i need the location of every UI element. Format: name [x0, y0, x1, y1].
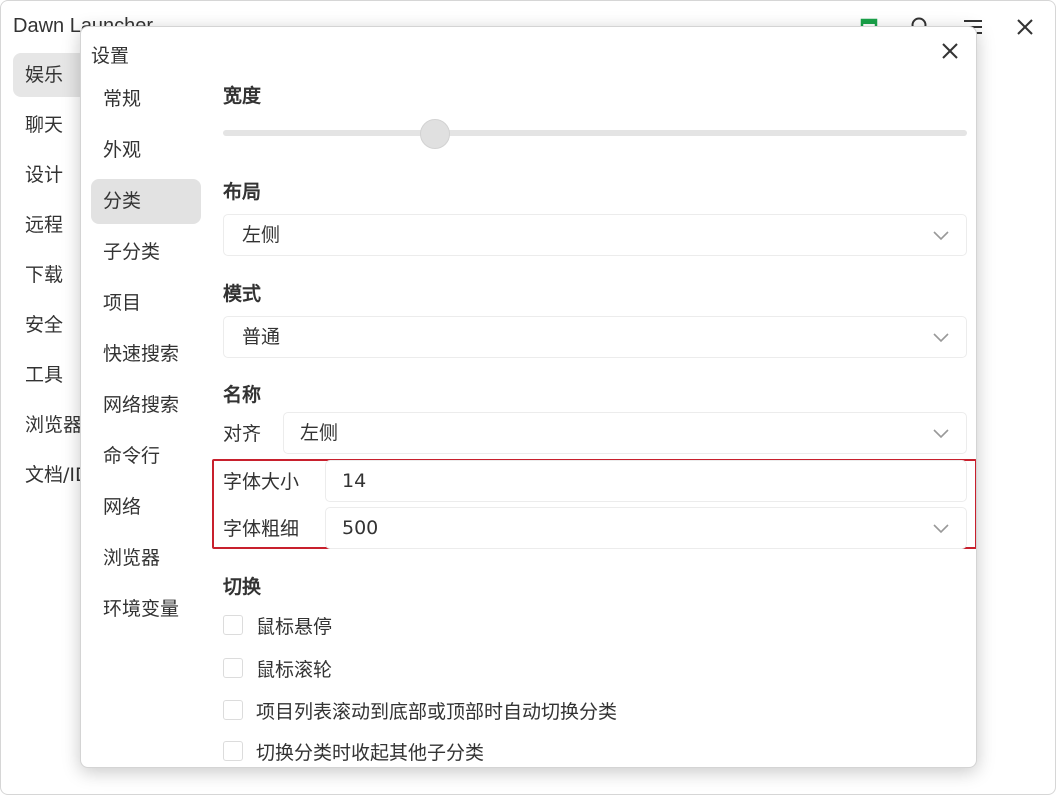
nav-item-category[interactable]: 分类 [91, 179, 201, 224]
layout-label: 布局 [223, 181, 262, 203]
nav-item-subcategory[interactable]: 子分类 [91, 230, 201, 275]
checkbox-box[interactable] [223, 700, 243, 720]
nav-item-network[interactable]: 网络 [91, 485, 201, 530]
nav-item-web-search[interactable]: 网络搜索 [91, 383, 201, 428]
chevron-down-icon [933, 333, 949, 343]
checkbox-box[interactable] [223, 615, 243, 635]
nav-item-quick-search[interactable]: 快速搜索 [91, 332, 201, 377]
font-weight-value: 500 [342, 517, 379, 539]
nav-item-general[interactable]: 常规 [91, 77, 201, 122]
checkbox-label: 鼠标滚轮 [256, 659, 333, 681]
mode-label: 模式 [223, 283, 262, 305]
font-weight-row: 字体粗细 500 [223, 507, 967, 551]
close-icon[interactable] [1009, 11, 1041, 43]
mode-select[interactable]: 普通 [223, 316, 967, 358]
nav-item-command-line[interactable]: 命令行 [91, 434, 201, 479]
align-row: 对齐 左侧 [223, 412, 967, 456]
width-slider-track[interactable] [223, 130, 967, 136]
name-label: 名称 [223, 384, 262, 406]
checkbox-label: 鼠标悬停 [256, 616, 333, 638]
checkbox-box[interactable] [223, 741, 243, 761]
nav-item-items[interactable]: 项目 [91, 281, 201, 326]
align-select[interactable]: 左侧 [283, 412, 967, 454]
align-value: 左侧 [300, 422, 339, 444]
dialog-title: 设置 [91, 45, 130, 67]
chevron-down-icon [933, 524, 949, 534]
settings-dialog: 设置 常规 外观 分类 子分类 项目 快速搜索 网络搜索 命令行 网络 浏览器 … [80, 26, 977, 768]
chevron-down-icon [933, 429, 949, 439]
align-label: 对齐 [223, 423, 262, 445]
font-size-input[interactable]: 14 [325, 460, 967, 502]
font-weight-label: 字体粗细 [223, 518, 300, 540]
settings-content: 宽度 布局 左侧 模式 普通 名称 对齐 左侧 字体大小 14 字体粗细 500… [212, 27, 976, 767]
settings-nav: 常规 外观 分类 子分类 项目 快速搜索 网络搜索 命令行 网络 浏览器 环境变… [91, 77, 201, 638]
nav-item-browser[interactable]: 浏览器 [91, 536, 201, 581]
checkbox-box[interactable] [223, 658, 243, 678]
width-label: 宽度 [223, 85, 262, 107]
checkbox-label: 项目列表滚动到底部或顶部时自动切换分类 [256, 701, 618, 723]
font-size-row: 字体大小 14 [223, 460, 967, 504]
checkbox-label: 切换分类时收起其他子分类 [256, 742, 485, 764]
font-weight-select[interactable]: 500 [325, 507, 967, 549]
layout-value: 左侧 [242, 224, 281, 246]
nav-item-env-vars[interactable]: 环境变量 [91, 587, 201, 632]
font-size-label: 字体大小 [223, 471, 300, 493]
chevron-down-icon [933, 231, 949, 241]
layout-select[interactable]: 左侧 [223, 214, 967, 256]
mode-value: 普通 [242, 326, 281, 348]
width-slider-thumb[interactable] [420, 119, 451, 149]
switch-label: 切换 [223, 576, 262, 598]
nav-item-appearance[interactable]: 外观 [91, 128, 201, 173]
font-size-value: 14 [342, 470, 367, 492]
